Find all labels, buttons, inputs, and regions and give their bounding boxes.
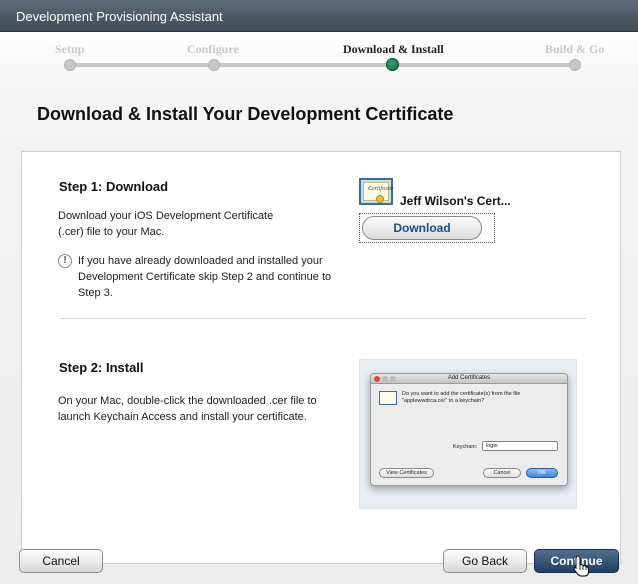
progress-dot-setup	[64, 59, 76, 71]
step-label-build-go: Build & Go	[545, 42, 605, 56]
step1-title: Step 1: Download	[59, 179, 169, 194]
dialog-prompt: Do you want to add the certificate(s) fr…	[402, 391, 521, 404]
dialog-view-certificates-button: View Certificates	[379, 468, 434, 478]
certificate-icon-text: Certificate	[368, 186, 394, 192]
dialog-keychain-select: login	[482, 441, 558, 451]
step1-note: If you have already downloaded and insta…	[78, 255, 332, 299]
step-label-download-install: Download & Install	[343, 42, 444, 56]
go-back-button[interactable]: Go Back	[443, 549, 527, 573]
content-panel: Step 1: Download Download your iOS Devel…	[21, 151, 621, 564]
step-label-setup: Setup	[55, 42, 85, 56]
step-label-configure: Configure	[187, 42, 239, 56]
dialog-title-bar: Add Certificates	[371, 374, 567, 384]
download-focus-ring: Download	[359, 213, 495, 243]
dialog-certificate-icon	[379, 391, 397, 405]
warning-icon: !	[58, 254, 72, 268]
add-certificates-dialog: Add Certificates Do you want to add the …	[370, 373, 568, 486]
dialog-title: Add Certificates	[447, 375, 491, 381]
page-title: Download & Install Your Development Cert…	[37, 104, 454, 124]
dialog-ok-button: OK	[526, 468, 558, 478]
cancel-button[interactable]: Cancel	[19, 549, 103, 573]
progress-dot-configure	[208, 59, 220, 71]
certificate-name: Jeff Wilson's Cert...	[400, 194, 511, 208]
certificate-seal-icon	[376, 195, 384, 203]
window-title: Development Provisioning Assistant	[16, 9, 223, 24]
title-bar: Development Provisioning Assistant	[0, 0, 638, 32]
progress-dot-download-install	[386, 58, 399, 71]
progress-dot-build-go	[569, 59, 581, 71]
progress-steps: Setup Configure Download & Install Build…	[0, 32, 638, 112]
dialog-keychain-label: Keychain:	[453, 444, 478, 450]
download-button[interactable]: Download	[362, 216, 482, 240]
step2-title: Step 2: Install	[59, 360, 144, 375]
dialog-cancel-button: Cancel	[483, 468, 521, 478]
progress-track	[70, 63, 576, 67]
assistant-window: Setup Configure Download & Install Build…	[0, 32, 638, 584]
step1-description: Download your iOS Development Certificat…	[58, 210, 274, 238]
hand-cursor-icon	[573, 555, 589, 577]
step2-description: On your Mac, double-click the downloaded…	[58, 395, 317, 423]
section-divider	[59, 318, 587, 319]
keychain-screenshot: Add Certificates Do you want to add the …	[359, 359, 577, 509]
certificate-icon: Certificate	[359, 178, 394, 205]
